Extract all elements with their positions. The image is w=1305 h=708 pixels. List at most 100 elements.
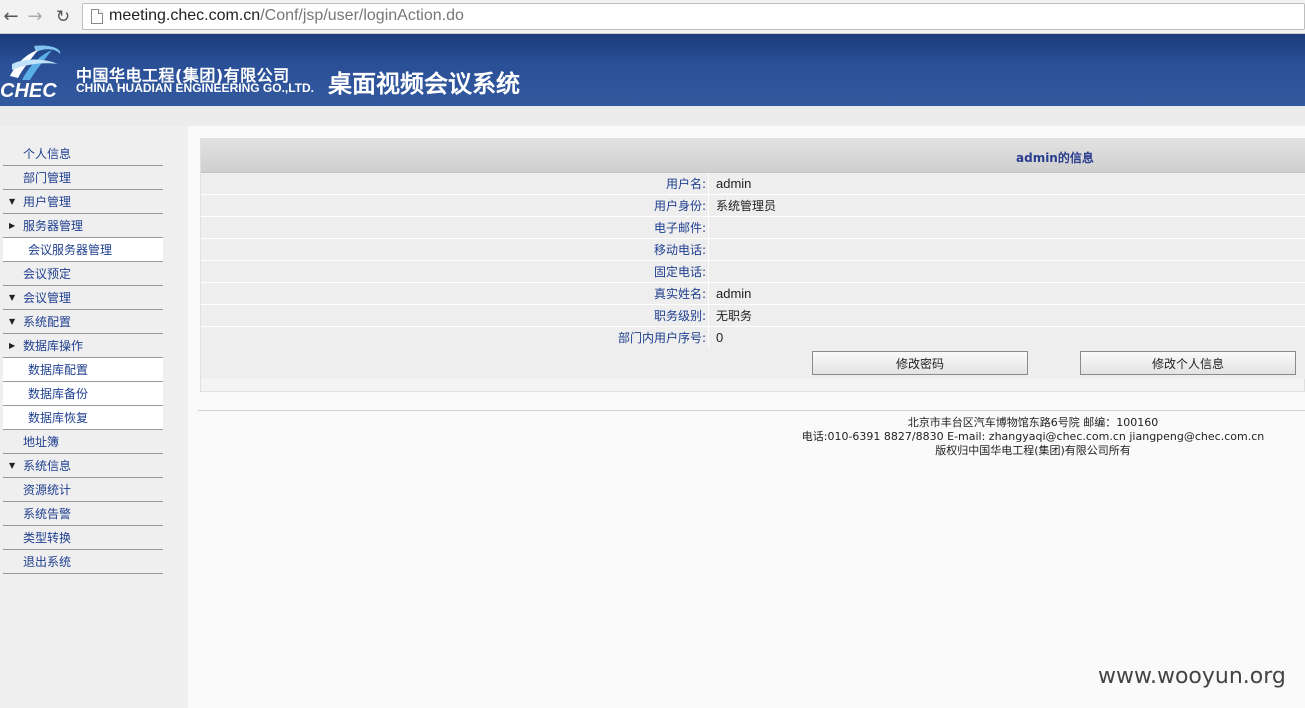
sidebar-item-label: 会议服务器管理 bbox=[28, 243, 113, 257]
menu-arrow-icon bbox=[9, 430, 19, 454]
footer-copyright: 版权归中国华电工程(集团)有限公司所有 bbox=[935, 444, 1131, 457]
menu-arrow-icon bbox=[9, 262, 19, 286]
menu-arrow-icon bbox=[9, 142, 19, 166]
sidebar-item-label: 会议预定 bbox=[23, 267, 72, 281]
sidebar-item-label: 系统告警 bbox=[23, 507, 72, 521]
edit-profile-button[interactable]: 修改个人信息 bbox=[1080, 351, 1296, 375]
url-text[interactable]: meeting.chec.com.cn/Conf/jsp/user/loginA… bbox=[109, 7, 464, 25]
sidebar-item-conference-server-management[interactable]: 会议服务器管理 bbox=[3, 238, 163, 262]
footer-address: 北京市丰台区汽车博物馆东路6号院 邮编：100160 bbox=[907, 416, 1159, 429]
sidebar-item-address-book[interactable]: 地址簿 bbox=[3, 430, 163, 454]
info-label: 部门内用户序号: bbox=[201, 327, 709, 349]
sidebar-item-label: 服务器管理 bbox=[23, 219, 84, 233]
sidebar-menu: 个人信息 部门管理 ▼ 用户管理 ▶ 服务器管理 会议服务器管理 会议预定 ▼ 会议管… bbox=[3, 142, 163, 574]
menu-arrow-icon bbox=[9, 550, 19, 574]
sidebar-item-system-configuration[interactable]: ▼ 系统配置 bbox=[3, 310, 163, 334]
sidebar-item-system-info[interactable]: ▼ 系统信息 bbox=[3, 454, 163, 478]
address-bar[interactable]: meeting.chec.com.cn/Conf/jsp/user/loginA… bbox=[82, 3, 1305, 30]
main-content: admin的信息 用户名: admin 用户身份: 系统管理员 电子邮件: 移动… bbox=[188, 126, 1305, 708]
info-value: admin bbox=[716, 176, 752, 191]
menu-arrow-icon bbox=[9, 526, 19, 550]
sidebar-item-label: 部门管理 bbox=[23, 171, 72, 185]
browser-toolbar: ← → ↻ meeting.chec.com.cn/Conf/jsp/user/… bbox=[0, 0, 1305, 34]
sidebar-item-label: 用户管理 bbox=[23, 195, 72, 209]
sidebar-item-meeting-booking[interactable]: 会议预定 bbox=[3, 262, 163, 286]
expanded-arrow-icon: ▼ bbox=[9, 317, 16, 326]
info-label: 真实姓名: bbox=[201, 283, 709, 305]
sidebar-item-personal-info[interactable]: 个人信息 bbox=[3, 142, 163, 166]
sidebar-item-label: 数据库操作 bbox=[23, 339, 84, 353]
change-password-button[interactable]: 修改密码 bbox=[812, 351, 1028, 375]
sidebar-item-system-alarms[interactable]: 系统告警 bbox=[3, 502, 163, 526]
reload-icon[interactable]: ↻ bbox=[52, 6, 74, 28]
page-icon bbox=[91, 9, 103, 24]
info-row-role: 用户身份: 系统管理员 bbox=[201, 195, 1305, 217]
sidebar-item-label: 个人信息 bbox=[23, 147, 72, 161]
sidebar-item-database-restore[interactable]: 数据库恢复 bbox=[3, 406, 163, 430]
sidebar-item-database-configuration[interactable]: 数据库配置 bbox=[3, 358, 163, 382]
info-row-email: 电子邮件: bbox=[201, 217, 1305, 239]
sidebar-item-logout[interactable]: 退出系统 bbox=[3, 550, 163, 574]
chec-logo-icon bbox=[10, 45, 61, 80]
sidebar-item-label: 地址簿 bbox=[23, 435, 60, 449]
info-label: 职务级别: bbox=[201, 305, 709, 327]
menu-arrow-icon bbox=[9, 478, 19, 502]
info-row-user-index: 部门内用户序号: 0 bbox=[201, 327, 1305, 349]
info-row-username: 用户名: admin bbox=[201, 173, 1305, 195]
info-row-phone: 固定电话: bbox=[201, 261, 1305, 283]
menu-arrow-icon bbox=[9, 166, 19, 190]
sidebar: 个人信息 部门管理 ▼ 用户管理 ▶ 服务器管理 会议服务器管理 会议预定 ▼ 会议管… bbox=[0, 126, 188, 708]
forward-arrow-icon[interactable]: → bbox=[24, 6, 46, 28]
site-header: CHEC 中国华电工程(集团)有限公司 CHINA HUADIAN ENGINE… bbox=[0, 34, 1305, 106]
logo-text: CHEC bbox=[0, 80, 57, 102]
info-value: 0 bbox=[716, 330, 724, 345]
sidebar-item-label: 系统信息 bbox=[23, 459, 72, 473]
url-path: /Conf/jsp/user/loginAction.do bbox=[260, 7, 464, 24]
info-label: 电子邮件: bbox=[201, 217, 709, 239]
expanded-arrow-icon: ▼ bbox=[9, 197, 16, 206]
collapsed-arrow-icon: ▶ bbox=[9, 221, 16, 230]
sidebar-item-label: 退出系统 bbox=[23, 555, 72, 569]
footer-contact: 电话:010-6391 8827/8830 E-mail: zhangyaqi@… bbox=[801, 430, 1265, 443]
system-title: 桌面视频会议系统 bbox=[328, 70, 520, 98]
footer-divider bbox=[198, 410, 1305, 411]
sidebar-item-database-backup[interactable]: 数据库备份 bbox=[3, 382, 163, 406]
sidebar-item-meeting-management[interactable]: ▼ 会议管理 bbox=[3, 286, 163, 310]
collapsed-arrow-icon: ▶ bbox=[9, 341, 16, 350]
expanded-arrow-icon: ▼ bbox=[9, 461, 16, 470]
url-host: meeting.chec.com.cn bbox=[109, 7, 261, 24]
sidebar-item-user-management[interactable]: ▼ 用户管理 bbox=[3, 190, 163, 214]
sidebar-item-label: 会议管理 bbox=[23, 291, 72, 305]
sidebar-item-label: 系统配置 bbox=[23, 315, 72, 329]
sidebar-item-type-conversion[interactable]: 类型转换 bbox=[3, 526, 163, 550]
info-row-real-name: 真实姓名: admin bbox=[201, 283, 1305, 305]
sidebar-item-server-management[interactable]: ▶ 服务器管理 bbox=[3, 214, 163, 238]
info-value: admin bbox=[716, 286, 752, 301]
menu-arrow-icon bbox=[9, 502, 19, 526]
info-label: 用户名: bbox=[201, 173, 709, 195]
button-row: 修改密码 修改个人信息 bbox=[201, 348, 1305, 379]
user-info-panel: admin的信息 用户名: admin 用户身份: 系统管理员 电子邮件: 移动… bbox=[200, 138, 1305, 392]
watermark: www.wooyun.org bbox=[1098, 664, 1286, 689]
sidebar-item-label: 数据库配置 bbox=[28, 363, 89, 377]
info-label: 固定电话: bbox=[201, 261, 709, 283]
sidebar-item-label: 数据库恢复 bbox=[28, 411, 89, 425]
info-row-job-level: 职务级别: 无职务 bbox=[201, 305, 1305, 327]
sidebar-item-department-management[interactable]: 部门管理 bbox=[3, 166, 163, 190]
info-row-mobile: 移动电话: bbox=[201, 239, 1305, 261]
info-label: 用户身份: bbox=[201, 195, 709, 217]
header-underbar bbox=[0, 106, 1305, 126]
footer: 北京市丰台区汽车博物馆东路6号院 邮编：100160 电话:010-6391 8… bbox=[768, 416, 1298, 458]
sidebar-item-label: 类型转换 bbox=[23, 531, 72, 545]
sidebar-item-label: 资源统计 bbox=[23, 483, 72, 497]
back-arrow-icon[interactable]: ← bbox=[0, 6, 22, 28]
info-label: 移动电话: bbox=[201, 239, 709, 261]
sidebar-item-label: 数据库备份 bbox=[28, 387, 89, 401]
info-value: 系统管理员 bbox=[716, 199, 777, 213]
expanded-arrow-icon: ▼ bbox=[9, 293, 16, 302]
panel-title: admin的信息 bbox=[1016, 151, 1094, 165]
sidebar-item-resource-statistics[interactable]: 资源统计 bbox=[3, 478, 163, 502]
company-name-en: CHINA HUADIAN ENGINEERING GO.,LTD. bbox=[76, 81, 315, 95]
sidebar-item-database-operations[interactable]: ▶ 数据库操作 bbox=[3, 334, 163, 358]
panel-title-bar: admin的信息 bbox=[201, 139, 1305, 173]
